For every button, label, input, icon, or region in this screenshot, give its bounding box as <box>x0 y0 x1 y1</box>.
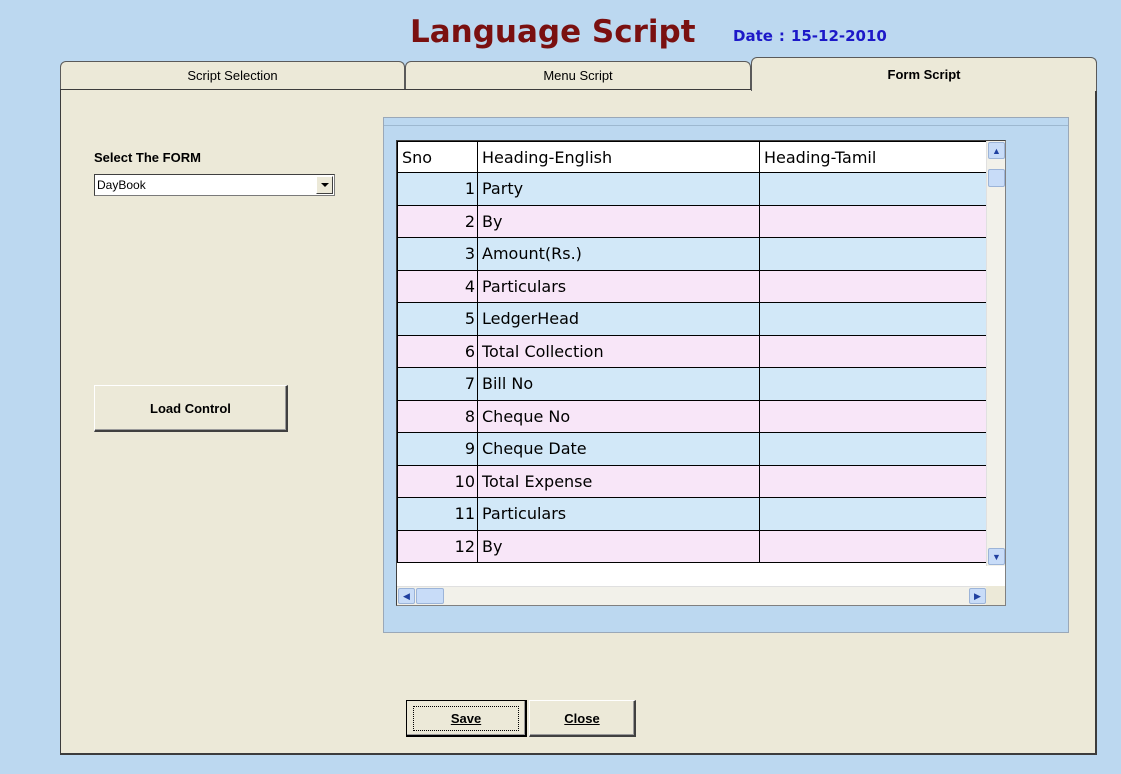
date-separator: : <box>778 27 785 45</box>
date-value: 15-12-2010 <box>790 27 887 45</box>
table-row[interactable]: 2 By <box>397 204 1000 238</box>
dropdown-arrow-icon[interactable] <box>316 176 333 194</box>
cell-heading-english[interactable]: By <box>477 529 760 563</box>
cell-sno[interactable]: 11 <box>397 497 478 531</box>
cell-heading-english[interactable]: Particulars <box>477 497 760 531</box>
cell-heading-tamil[interactable] <box>759 464 1000 498</box>
script-grid[interactable]: Sno Heading-English Heading-Tamil 1 Party… <box>396 140 1006 606</box>
cell-heading-tamil[interactable] <box>759 529 1000 563</box>
cell-heading-english[interactable]: LedgerHead <box>477 302 760 336</box>
save-button-label: Save <box>450 710 482 726</box>
tab-form-script[interactable]: Form Script <box>751 57 1097 91</box>
cell-sno[interactable]: 5 <box>397 302 478 336</box>
cell-heading-english[interactable]: Total Expense <box>477 464 760 498</box>
table-row[interactable]: 9 Cheque Date <box>397 432 1000 466</box>
horizontal-scroll-thumb[interactable] <box>416 588 444 604</box>
cell-sno[interactable]: 3 <box>397 237 478 271</box>
cell-sno[interactable]: 2 <box>397 204 478 238</box>
close-button[interactable]: Close <box>529 700 636 737</box>
date-label: Date <box>733 27 773 45</box>
form-select-dropdown[interactable]: DayBook <box>94 174 335 196</box>
save-button[interactable]: Save <box>406 700 527 737</box>
horizontal-scrollbar[interactable]: ◀ ▶ <box>397 586 987 605</box>
close-button-label: Close <box>564 710 600 726</box>
table-row[interactable]: 1 Party <box>397 172 1000 206</box>
cell-heading-english[interactable]: Party <box>477 172 760 206</box>
column-header-tamil[interactable]: Heading-Tamil <box>759 141 1000 173</box>
cell-heading-tamil[interactable] <box>759 269 1000 303</box>
table-row[interactable]: 8 Cheque No <box>397 399 1000 433</box>
vertical-scrollbar[interactable]: ▲ ▼ <box>986 141 1005 566</box>
table-row[interactable]: 7 Bill No <box>397 367 1000 401</box>
cell-heading-english[interactable]: By <box>477 204 760 238</box>
cell-heading-english[interactable]: Total Collection <box>477 334 760 368</box>
column-header-english[interactable]: Heading-English <box>477 141 760 173</box>
table-row[interactable]: 11 Particulars <box>397 497 1000 531</box>
table-row[interactable]: 10 Total Expense <box>397 464 1000 498</box>
grid-header-row: Sno Heading-English Heading-Tamil <box>397 141 1000 173</box>
grid-panel: Sno Heading-English Heading-Tamil 1 Party… <box>383 117 1069 633</box>
cell-sno[interactable]: 8 <box>397 399 478 433</box>
table-row[interactable]: 3 Amount(Rs.) <box>397 237 1000 271</box>
table-row[interactable]: 5 LedgerHead <box>397 302 1000 336</box>
cell-heading-tamil[interactable] <box>759 399 1000 433</box>
cell-heading-english[interactable]: Cheque Date <box>477 432 760 466</box>
load-control-button[interactable]: Load Control <box>94 385 288 432</box>
cell-sno[interactable]: 9 <box>397 432 478 466</box>
cell-heading-tamil[interactable] <box>759 237 1000 271</box>
column-header-sno[interactable]: Sno <box>397 141 478 173</box>
app-title: Language Script <box>410 14 696 50</box>
cell-sno[interactable]: 4 <box>397 269 478 303</box>
cell-sno[interactable]: 1 <box>397 172 478 206</box>
tab-menu-script[interactable]: Menu Script <box>405 61 751 89</box>
cell-heading-tamil[interactable] <box>759 497 1000 531</box>
scroll-corner <box>986 586 1005 605</box>
tab-script-selection[interactable]: Script Selection <box>60 61 405 89</box>
cell-sno[interactable]: 10 <box>397 464 478 498</box>
cell-heading-tamil[interactable] <box>759 334 1000 368</box>
cell-heading-tamil[interactable] <box>759 432 1000 466</box>
scroll-left-icon[interactable]: ◀ <box>398 588 415 604</box>
grid-panel-header <box>384 118 1068 126</box>
cell-sno[interactable]: 12 <box>397 529 478 563</box>
cell-heading-tamil[interactable] <box>759 302 1000 336</box>
scroll-right-icon[interactable]: ▶ <box>969 588 986 604</box>
table-row[interactable]: 12 By <box>397 529 1000 563</box>
scroll-up-icon[interactable]: ▲ <box>988 142 1005 159</box>
select-form-label: Select The FORM <box>94 150 201 165</box>
form-select-value: DayBook <box>97 178 146 192</box>
grid-table: Sno Heading-English Heading-Tamil 1 Party… <box>397 141 1000 563</box>
cell-heading-tamil[interactable] <box>759 367 1000 401</box>
cell-heading-english[interactable]: Amount(Rs.) <box>477 237 760 271</box>
date-display: Date:15-12-2010 <box>733 27 887 45</box>
cell-heading-english[interactable]: Particulars <box>477 269 760 303</box>
cell-sno[interactable]: 6 <box>397 334 478 368</box>
vertical-scroll-thumb[interactable] <box>988 169 1005 187</box>
scroll-down-icon[interactable]: ▼ <box>988 548 1005 565</box>
table-row[interactable]: 4 Particulars <box>397 269 1000 303</box>
cell-heading-english[interactable]: Cheque No <box>477 399 760 433</box>
cell-sno[interactable]: 7 <box>397 367 478 401</box>
cell-heading-english[interactable]: Bill No <box>477 367 760 401</box>
table-row[interactable]: 6 Total Collection <box>397 334 1000 368</box>
cell-heading-tamil[interactable] <box>759 204 1000 238</box>
cell-heading-tamil[interactable] <box>759 172 1000 206</box>
